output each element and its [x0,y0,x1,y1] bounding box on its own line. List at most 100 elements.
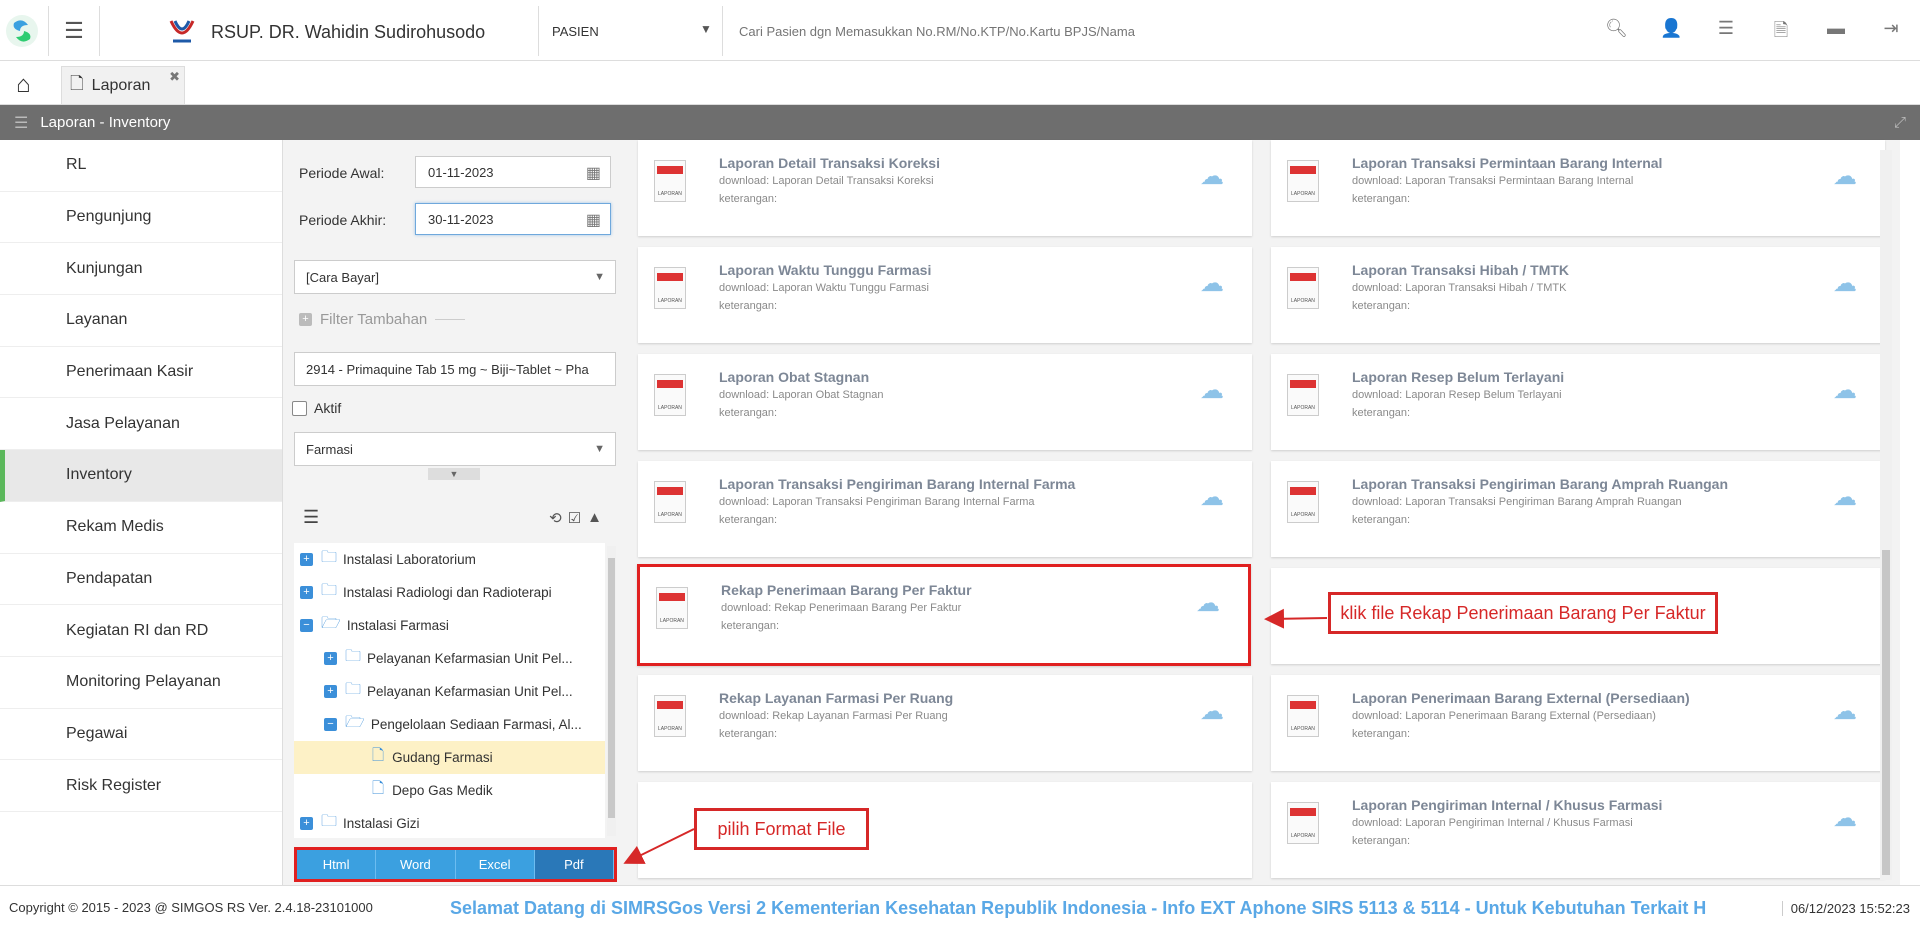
report-card[interactable]: LAPORAN Laporan Waktu Tunggu Farmasi dow… [638,247,1252,343]
sidebar-item-pendapatan[interactable]: Pendapatan [0,554,282,606]
sidebar-item-penerimaan-kasir[interactable]: Penerimaan Kasir [0,347,282,399]
report-keterangan: keterangan: [719,514,778,526]
sidebar-item-risk-register[interactable]: Risk Register [0,760,282,812]
search-icon[interactable]: 🔍︎ [1605,18,1628,48]
expand-icon[interactable]: + [324,685,337,698]
barang-select[interactable]: 2914 - Primaquine Tab 15 mg ~ Biji~Table… [294,352,616,386]
format-pdf-button[interactable]: Pdf [534,850,614,879]
aktif-checkbox[interactable] [292,400,307,416]
report-card[interactable]: LAPORAN Laporan Transaksi Hibah / TMTK d… [1271,247,1885,343]
report-card[interactable]: LAPORAN Laporan Transaksi Pengiriman Bar… [638,461,1252,557]
filter-tambahan-toggle[interactable]: + Filter Tambahan [299,311,466,328]
add-user-icon[interactable]: 👤 [1660,18,1682,48]
report-card[interactable]: LAPORAN Laporan Transaksi Permintaan Bar… [1271,140,1885,236]
sidebar-item-pegawai[interactable]: Pegawai [0,709,282,761]
tree-node[interactable]: + 🗀 Instalasi Radiologi dan Radioterapi [294,576,605,609]
collapse-filter-toggle[interactable]: ▼ [428,468,480,480]
format-excel-button[interactable]: Excel [455,850,535,879]
expand-icon[interactable]: + [324,652,337,665]
close-icon[interactable]: ✖ [169,69,180,85]
announcement-marquee: Selamat Datang di SIMRSGos Versi 2 Kemen… [450,898,1707,918]
sidebar-item-inventory[interactable]: Inventory [0,450,282,502]
tab-laporan[interactable]: 🗋 Laporan ✖ [61,66,185,104]
report-card[interactable]: LAPORAN Laporan Transaksi Pengiriman Bar… [1271,461,1885,557]
collapse-icon[interactable]: − [324,718,337,731]
sidebar-item-jasa-pelayanan[interactable]: Jasa Pelayanan [0,398,282,451]
tree-node[interactable]: − 🗁 Instalasi Farmasi [294,609,605,642]
calendar-icon[interactable]: ▦ [586,210,601,230]
tree-node[interactable]: + 🗀 Instalasi Gizi [294,807,605,838]
check-square-icon[interactable]: ☑ [568,509,581,527]
sidebar-item-rekam-medis[interactable]: Rekam Medis [0,502,282,554]
expand-icon[interactable]: + [300,586,313,599]
search-category-select[interactable]: PASIEN [552,24,599,39]
tree-node[interactable]: 🗋 Depo Gas Medik [294,774,605,807]
periode-awal-field[interactable]: 01-11-2023 ▦ [415,156,611,188]
cloud-download-icon[interactable]: ☁ [1833,697,1857,726]
menu-toggle-button[interactable]: ☰ [48,6,100,56]
calendar-icon[interactable]: ▦ [586,163,601,183]
cloud-download-icon[interactable]: ☁ [1833,162,1857,191]
sidebar-item-kunjungan[interactable]: Kunjungan [0,243,282,296]
report-list-scrollbar[interactable] [1880,150,1892,880]
collapse-icon[interactable]: − [300,619,313,632]
app-logo[interactable] [3,6,41,56]
sidebar-item-monitoring-pelayanan[interactable]: Monitoring Pelayanan [0,657,282,709]
report-card-rekap-penerimaan[interactable]: LAPORAN Rekap Penerimaan Barang Per Fakt… [637,564,1251,666]
pdf-file-icon[interactable]: 🗎 [1770,18,1792,48]
sidebar-item-pengunjung[interactable]: Pengunjung [0,192,282,244]
file-icon: 🗋 [372,780,385,797]
format-word-button[interactable]: Word [376,850,456,879]
aktif-checkbox-row[interactable]: Aktif [292,400,341,416]
cloud-download-icon[interactable]: ☁ [1200,269,1224,298]
cloud-download-icon[interactable]: ☁ [1833,376,1857,405]
logout-icon[interactable]: ⇥ [1880,18,1902,48]
report-card[interactable]: LAPORAN Rekap Layanan Farmasi Per Ruang … [638,675,1252,771]
tree-node[interactable]: − 🗁 Pengelolaan Sediaan Farmasi, Al... [294,708,605,741]
list-icon[interactable]: ☰ [1715,18,1737,48]
cloud-download-icon[interactable]: ☁ [1200,376,1224,405]
jenis-select[interactable]: Farmasi ▼ [294,432,616,466]
report-card[interactable]: LAPORAN Laporan Pengiriman Internal / Kh… [1271,782,1885,878]
report-card[interactable]: LAPORAN Laporan Penerimaan Barang Extern… [1271,675,1885,771]
cloud-download-icon[interactable]: ☁ [1200,483,1224,512]
cloud-download-icon[interactable]: ☁ [1833,483,1857,512]
cara-bayar-select[interactable]: [Cara Bayar] ▼ [294,260,616,294]
footer: Copyright © 2015 - 2023 @ SIMGOS RS Ver.… [0,885,1920,929]
report-card[interactable]: LAPORAN Laporan Detail Transaksi Koreksi… [638,140,1252,236]
report-keterangan: keterangan: [1352,728,1411,740]
cloud-download-icon[interactable]: ☁ [1200,697,1224,726]
sidebar-item-layanan[interactable]: Layanan [0,295,282,347]
periode-akhir-field[interactable]: 30-11-2023 ▦ [415,203,611,235]
cloud-download-icon[interactable]: ☁ [1833,804,1857,833]
format-html-button[interactable]: Html [297,850,377,879]
tree-node[interactable]: + 🗀 Pelayanan Kefarmasian Unit Pel... [294,642,605,675]
patient-search-input[interactable] [739,24,1539,39]
tree-node-label: Depo Gas Medik [392,783,493,798]
home-icon[interactable]: ⌂ [16,71,31,99]
report-keterangan: keterangan: [1352,300,1411,312]
hamburger-icon[interactable]: ☰ [14,113,28,133]
annotation-text: klik file Rekap Penerimaan Barang Per Fa… [1340,602,1706,623]
cloud-download-icon[interactable]: ☁ [1200,162,1224,191]
expand-icon[interactable]: + [300,817,313,830]
cloud-download-icon[interactable]: ☁ [1833,269,1857,298]
report-card[interactable]: LAPORAN Laporan Resep Belum Terlayani do… [1271,354,1885,450]
folder-icon[interactable]: ▬ [1825,18,1847,48]
tree-node-label: Pelayanan Kefarmasian Unit Pel... [367,684,573,699]
expand-icon[interactable]: + [300,553,313,566]
report-card[interactable]: LAPORAN Laporan Obat Stagnan download: L… [638,354,1252,450]
sidebar-item-rl[interactable]: RL [0,140,282,192]
report-title: Laporan Transaksi Permintaan Barang Inte… [1352,155,1663,171]
tree-node[interactable]: + 🗀 Pelayanan Kefarmasian Unit Pel... [294,675,605,708]
cara-bayar-value: [Cara Bayar] [306,269,379,285]
expand-icon[interactable]: ⤢ [1894,114,1906,131]
tree-node[interactable]: + 🗀 Instalasi Laboratorium [294,543,605,576]
history-icon[interactable]: ⟲ [549,509,562,527]
tree-node-selected[interactable]: 🗋 Gudang Farmasi [294,741,605,774]
sidebar-item-kegiatan-ri-rd[interactable]: Kegiatan RI dan RD [0,605,282,657]
cloud-download-icon[interactable]: ☁ [1196,589,1220,618]
chevron-up-icon[interactable]: ▲ [587,509,602,527]
tree-scrollbar[interactable] [607,546,616,836]
chevron-down-icon[interactable]: ▼ [700,22,712,36]
